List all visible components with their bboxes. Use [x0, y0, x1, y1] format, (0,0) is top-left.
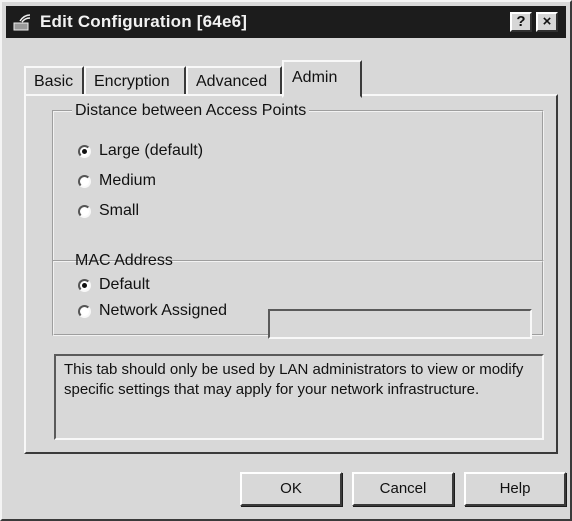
tab-admin[interactable]: Admin — [282, 60, 362, 98]
admin-tab-panel: Distance between Access Points Large (de… — [24, 94, 558, 454]
radio-small[interactable]: Small — [78, 202, 139, 220]
radio-button[interactable] — [78, 278, 91, 292]
radio-network-assigned-label: Network Assigned — [99, 302, 228, 319]
tab-advanced[interactable]: Advanced — [186, 66, 282, 96]
radio-medium[interactable]: Medium — [78, 172, 156, 190]
radio-small-label: Small — [99, 202, 140, 219]
radio-default-mac-label: Default — [99, 276, 150, 293]
wireless-network-icon — [13, 14, 31, 31]
cancel-button[interactable]: Cancel — [352, 472, 454, 506]
ok-button[interactable]: OK — [240, 472, 342, 506]
title-bar: Edit Configuration [64e6] ? × — [6, 6, 566, 38]
help-button[interactable]: Help — [464, 472, 566, 506]
edit-configuration-dialog: Edit Configuration [64e6] ? × Basic Encr… — [0, 0, 572, 521]
mac-address-group: MAC Address — [52, 252, 544, 339]
radio-large[interactable]: Large (default) — [78, 142, 203, 160]
radio-large-label: Large (default) — [99, 142, 204, 159]
radio-network-assigned[interactable]: Network Assigned — [78, 302, 227, 320]
radio-button[interactable] — [78, 174, 91, 188]
help-title-button[interactable]: ? — [510, 12, 532, 32]
close-button[interactable]: × — [536, 12, 558, 32]
distance-group-legend: Distance between Access Points — [75, 102, 307, 119]
radio-button[interactable] — [78, 204, 91, 218]
radio-medium-label: Medium — [99, 172, 156, 189]
tab-basic[interactable]: Basic — [24, 66, 84, 96]
radio-button[interactable] — [78, 304, 91, 318]
admin-info-text: This tab should only be used by LAN admi… — [54, 354, 544, 440]
radio-button[interactable] — [78, 144, 91, 158]
mac-address-group-legend: MAC Address — [75, 252, 173, 269]
network-assigned-mac-field[interactable] — [268, 309, 532, 339]
window-title: Edit Configuration [64e6] — [40, 12, 248, 31]
radio-default-mac[interactable]: Default — [78, 276, 150, 294]
tab-encryption[interactable]: Encryption — [84, 66, 186, 96]
